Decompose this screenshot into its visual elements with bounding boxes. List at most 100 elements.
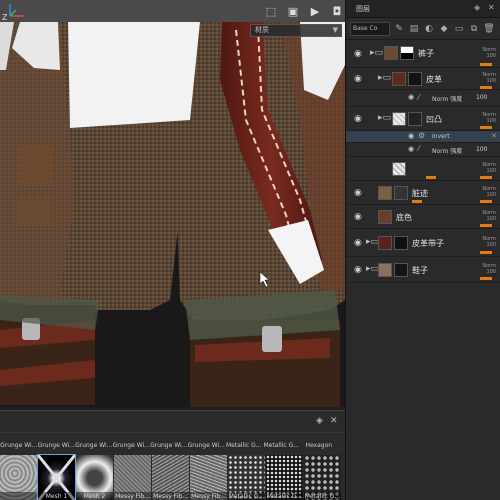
viewport-dropdown-label: 材质: [255, 26, 269, 34]
thumbnail-label: [0, 492, 37, 500]
pin-icon[interactable]: ◈: [316, 416, 323, 426]
material-thumbnail[interactable]: Messy Fib...: [114, 455, 151, 500]
material-thumbnail[interactable]: [0, 455, 37, 500]
folder-icon: ▸▭: [378, 73, 392, 83]
thumbnail-label: Mesh 2: [76, 492, 113, 500]
material-name: Grunge Wi...: [0, 442, 38, 449]
thumbnail-label: Messy Fib...: [152, 492, 189, 500]
mask-thumbnail: [408, 112, 422, 126]
brush-icon: ⁄: [418, 93, 420, 102]
material-thumbnail[interactable]: Mesh 2: [76, 455, 113, 500]
viewport-material-dropdown[interactable]: 材质 ▼: [250, 24, 342, 37]
thumbnail-label: Messy Fib...: [190, 492, 227, 500]
layer-row[interactable]: ◉ ▸▭ 裤子 Norm 100: [346, 40, 500, 68]
effect-icon[interactable]: ◆: [438, 22, 450, 36]
fill-layer-icon[interactable]: ▤: [408, 22, 420, 36]
opacity-bar: [426, 176, 436, 179]
layer-row[interactable]: ◉ ▸▭ 皮革 Norm 100: [346, 68, 500, 90]
eye-icon[interactable]: ◉: [354, 188, 362, 198]
layer-thumbnail: [378, 263, 392, 277]
opacity-bar: [480, 200, 492, 203]
eye-icon[interactable]: ◉: [354, 49, 362, 59]
sub-layer-name: Norm 强度: [432, 148, 463, 155]
opacity-value: 100: [486, 118, 496, 124]
app-window: ⬚ ▣ ▶ ◘ 材质 ▼ Z ◈ ✕ Grunge Wi... Grunge W…: [0, 0, 500, 500]
opacity-bar: [480, 63, 492, 66]
eye-icon[interactable]: ◉: [354, 265, 362, 275]
layers-header: 图层 ◈ ✕: [346, 0, 500, 18]
close-icon[interactable]: ✕: [491, 132, 497, 140]
material-thumbnail[interactable]: Messy Fib...: [152, 455, 189, 500]
layer-thumbnail: [378, 210, 392, 224]
effect-name: Invert: [432, 133, 450, 140]
brush-icon: ⁄: [418, 144, 420, 153]
blend-channel-select[interactable]: Base Co: [350, 21, 390, 36]
layer-row[interactable]: ◉ ▸▭ 鞋子 Norm 100: [346, 257, 500, 283]
material-name: Metallic G...: [226, 442, 262, 449]
layer-thumbnail: [378, 186, 392, 200]
layer-sub-row[interactable]: ◉ ⁄ Norm 强度 100: [346, 143, 500, 157]
layer-sub-row[interactable]: ◉ ⁄ Norm 强度 100: [346, 90, 500, 107]
opacity-bar: [480, 224, 492, 227]
layer-name: 凹凸: [426, 115, 442, 124]
material-thumbnail[interactable]: Mesh 1: [37, 454, 76, 500]
layer-row[interactable]: ◉ ▸▭ 皮革带子 Norm 100: [346, 229, 500, 257]
layer-name: 脏迹: [412, 189, 428, 198]
close-icon[interactable]: ✕: [330, 416, 338, 426]
video-icon[interactable]: ▶: [306, 3, 324, 19]
eye-icon[interactable]: ◉: [408, 145, 414, 153]
opacity-value: 100: [486, 242, 496, 248]
material-thumbnail[interactable]: Metallic G...: [304, 455, 341, 500]
material-name: Hexagon: [305, 442, 333, 449]
layer-row[interactable]: Norm 100: [346, 157, 500, 181]
eye-icon[interactable]: ◉: [408, 93, 414, 101]
layer-row[interactable]: ◉ 脏迹 Norm 100: [346, 181, 500, 205]
layers-panel: 图层 ◈ ✕ Base Co ✎ ▤ ◐ ◆ ▭ ⧉ 🗑 ◉ ▸▭ 裤子 Nor…: [345, 0, 500, 500]
eye-icon[interactable]: ◉: [354, 238, 362, 248]
material-thumbnail[interactable]: Metallic G...: [266, 455, 303, 500]
layers-title: 图层: [356, 5, 370, 13]
material-name: Grunge Wi...: [37, 442, 75, 449]
brush-icon[interactable]: ✎: [393, 22, 405, 36]
opacity-bar: [480, 86, 492, 89]
material-name: Metallic G...: [263, 442, 299, 449]
opacity-bar: [480, 251, 492, 254]
close-icon[interactable]: ✕: [488, 3, 495, 12]
thumbnail-label: Metallic G...: [228, 492, 265, 500]
layer-name: 皮革带子: [412, 239, 444, 248]
trash-icon[interactable]: 🗑: [483, 22, 495, 36]
opacity-value: 100: [486, 192, 496, 198]
opacity-value: 100: [486, 168, 496, 174]
folder-icon: ▸▭: [378, 113, 392, 123]
pin-icon[interactable]: ◈: [474, 3, 480, 12]
copy-layer-icon[interactable]: ⧉: [468, 22, 480, 36]
cube-icon[interactable]: ▣: [284, 3, 302, 19]
opacity-bar: [412, 200, 422, 203]
layer-thumbnail: [392, 162, 406, 176]
eye-icon[interactable]: ◉: [354, 114, 362, 124]
layer-row[interactable]: ◉ 底色 Norm 100: [346, 205, 500, 229]
frame-icon[interactable]: ⬚: [262, 3, 280, 19]
axis-gizmo: Z: [2, 4, 24, 22]
camera-icon[interactable]: ◘: [328, 3, 345, 19]
opacity-bar: [480, 277, 492, 280]
axis-z-label: Z: [2, 13, 8, 22]
eye-icon[interactable]: ◉: [408, 132, 414, 140]
opacity-bar: [480, 126, 492, 129]
material-thumbnail[interactable]: Messy Fib...: [190, 455, 227, 500]
mask-icon[interactable]: ◐: [423, 22, 435, 36]
thumbnail-label: Messy Fib...: [114, 492, 151, 500]
layer-name: 裤子: [418, 49, 434, 58]
eye-icon[interactable]: ◉: [354, 74, 362, 84]
thumbnail-label: Metallic G...: [266, 492, 303, 500]
viewport-3d[interactable]: ⬚ ▣ ▶ ◘ 材质 ▼ Z: [0, 0, 345, 407]
material-thumbnail[interactable]: Metallic G...: [228, 455, 265, 500]
eye-icon[interactable]: ◉: [354, 212, 362, 222]
material-name: Grunge Wi...: [112, 442, 150, 449]
add-folder-icon[interactable]: ▭: [453, 22, 465, 36]
mask-thumbnail: [394, 263, 408, 277]
effect-row[interactable]: ◉ ⚙ Invert ✕: [346, 131, 500, 143]
layer-name: 鞋子: [412, 266, 428, 275]
mask-thumbnail: [394, 186, 408, 200]
layer-row[interactable]: ◉ ▸▭ 凹凸 Norm 100: [346, 107, 500, 131]
